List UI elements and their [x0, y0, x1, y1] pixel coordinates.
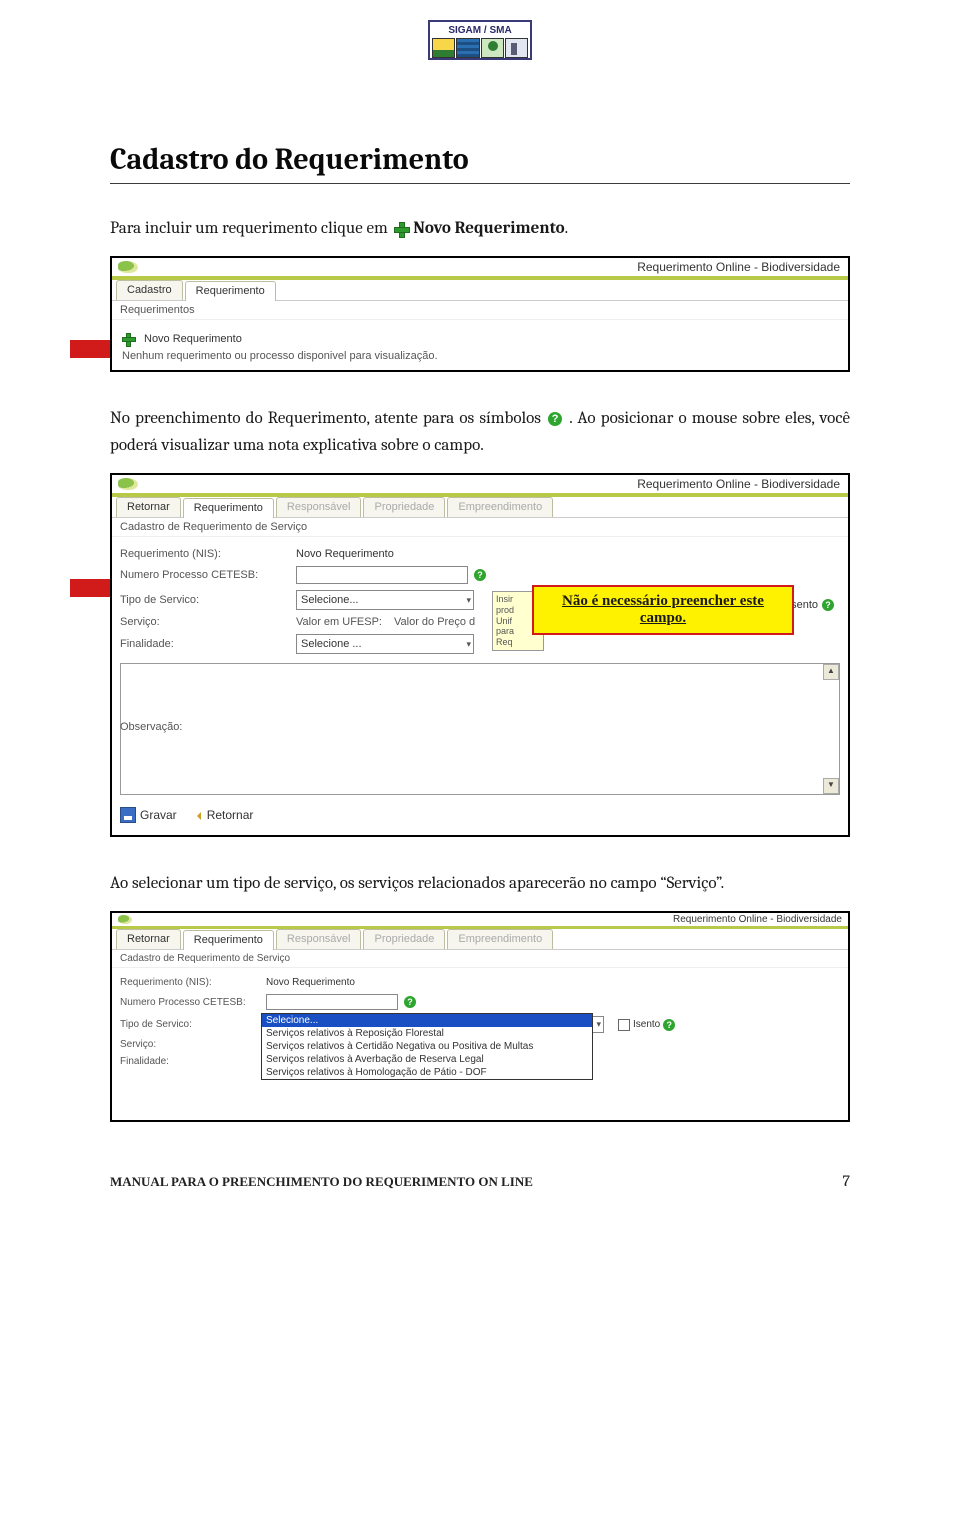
tab-responsavel: Responsável	[276, 497, 362, 517]
screenshot-3: Requerimento Online - Biodiversidade Ret…	[110, 911, 850, 1122]
screenshot-2: Requerimento Online - Biodiversidade Ret…	[110, 473, 850, 837]
dropdown-option-selected[interactable]: Selecione...	[262, 1014, 592, 1027]
logo-text: SIGAM / SMA	[432, 24, 528, 38]
sun-icon	[432, 38, 455, 58]
input-num-proc[interactable]	[266, 994, 398, 1010]
help-icon[interactable]: ?	[404, 996, 416, 1008]
app-title: Requerimento Online - Biodiversidade	[637, 477, 840, 491]
leaf-icon	[118, 915, 132, 924]
para1-bold: Novo Requerimento	[413, 219, 564, 238]
save-icon	[120, 807, 136, 823]
intro-paragraph-1: Para incluir um requerimento clique em N…	[110, 216, 850, 242]
page-number: 7	[842, 1172, 850, 1190]
gravar-button[interactable]: Gravar	[120, 807, 177, 823]
app-title: Requerimento Online - Biodiversidade	[637, 260, 840, 274]
chevron-down-icon: ▾	[466, 639, 471, 650]
intro-paragraph-2: No preenchimento do Requerimento, atente…	[110, 406, 850, 459]
textarea-observacao[interactable]: ▲ ▼	[120, 663, 840, 795]
chevron-down-icon: ▾	[466, 595, 471, 606]
back-arrow-icon	[191, 808, 205, 822]
tab-propriedade: Propriedade	[363, 929, 445, 949]
help-icon: ?	[548, 412, 562, 426]
intro-paragraph-3: Ao selecionar um tipo de serviço, os ser…	[110, 871, 850, 897]
value-req-nis: Novo Requerimento	[296, 548, 394, 560]
water-icon	[456, 38, 479, 58]
value-preco: Valor do Preço d	[394, 616, 475, 628]
footer-text: MANUAL PARA O PREENCHIMENTO DO REQUERIME…	[110, 1174, 533, 1190]
sigam-logo: SIGAM / SMA	[428, 20, 532, 60]
label-num-proc: Numero Processo CETESB:	[120, 569, 290, 581]
tab-propriedade: Propriedade	[363, 497, 445, 517]
dropdown-option[interactable]: Serviços relativos à Reposição Florestal	[262, 1027, 592, 1040]
app-title: Requerimento Online - Biodiversidade	[673, 914, 842, 925]
tab-requerimento[interactable]: Requerimento	[183, 930, 274, 950]
scroll-down-icon[interactable]: ▼	[823, 778, 839, 794]
subheader: Requerimentos	[112, 300, 848, 320]
label-req-nis: Requerimento (NIS):	[120, 977, 260, 988]
empty-message: Nenhum requerimento ou processo disponiv…	[122, 350, 438, 362]
select-finalidade[interactable]: Selecione ...▾	[296, 634, 474, 654]
screenshot-1: Requerimento Online - Biodiversidade Cad…	[110, 256, 850, 372]
label-servico: Serviço:	[120, 1039, 260, 1050]
para1-prefix: Para incluir um requerimento clique em	[110, 219, 392, 238]
tree-icon	[481, 38, 504, 58]
novo-requerimento-link[interactable]: Novo Requerimento	[144, 333, 242, 345]
callout-annotation: Não é necessário preencher este campo.	[532, 585, 794, 635]
label-num-proc: Numero Processo CETESB:	[120, 997, 260, 1008]
label-finalidade: Finalidade:	[120, 638, 290, 650]
plus-icon	[394, 222, 408, 236]
chevron-down-icon: ▾	[596, 1019, 601, 1030]
leaf-icon	[118, 261, 138, 273]
tab-requerimento[interactable]: Requerimento	[183, 498, 274, 518]
plus-icon[interactable]	[122, 333, 134, 345]
label-tipo: Tipo de Servico:	[120, 594, 290, 606]
label-finalidade: Finalidade:	[120, 1056, 260, 1067]
label-req-nis: Requerimento (NIS):	[120, 548, 290, 560]
header-logo: SIGAM / SMA	[110, 20, 850, 62]
help-icon[interactable]: ?	[663, 1019, 675, 1031]
page-title: Cadastro do Requerimento	[110, 142, 850, 177]
tab-retornar[interactable]: Retornar	[116, 929, 181, 949]
scroll-up-icon[interactable]: ▲	[823, 664, 839, 680]
tab-responsavel: Responsável	[276, 929, 362, 949]
label-servico: Serviço:	[120, 616, 290, 628]
dropdown-tipo-open[interactable]: Selecione... Serviços relativos à Reposi…	[261, 1013, 593, 1080]
select-tipo[interactable]: Selecione...▾	[296, 590, 474, 610]
label-isento: Isento	[633, 1019, 660, 1030]
help-icon[interactable]: ?	[474, 569, 486, 581]
footer: MANUAL PARA O PREENCHIMENTO DO REQUERIME…	[110, 1172, 850, 1190]
tab-requerimento[interactable]: Requerimento	[185, 281, 276, 301]
value-req-nis: Novo Requerimento	[266, 977, 355, 988]
checkbox-isento[interactable]	[618, 1019, 630, 1031]
tab-empreendimento: Empreendimento	[447, 497, 553, 517]
input-num-proc[interactable]	[296, 566, 468, 584]
form-header: Cadastro de Requerimento de Serviço	[112, 517, 848, 537]
dropdown-option[interactable]: Serviços relativos à Homologação de Páti…	[262, 1066, 592, 1079]
dropdown-option[interactable]: Serviços relativos à Certidão Negativa o…	[262, 1040, 592, 1053]
help-icon[interactable]: ?	[822, 599, 834, 611]
tab-empreendimento: Empreendimento	[447, 929, 553, 949]
dropdown-option[interactable]: Serviços relativos à Averbação de Reserv…	[262, 1053, 592, 1066]
para2-prefix: No preenchimento do Requerimento, atente…	[110, 409, 546, 428]
title-rule	[110, 183, 850, 184]
label-observacao: Observação:	[120, 721, 182, 733]
tab-cadastro[interactable]: Cadastro	[116, 280, 183, 300]
tab-retornar[interactable]: Retornar	[116, 497, 181, 517]
city-icon	[505, 38, 528, 58]
leaf-icon	[118, 478, 138, 490]
form-header: Cadastro de Requerimento de Serviço	[112, 949, 848, 968]
label-tipo: Tipo de Servico:	[120, 1019, 260, 1030]
label-valor: Valor em UFESP:	[296, 616, 382, 628]
retornar-button[interactable]: Retornar	[191, 807, 254, 823]
